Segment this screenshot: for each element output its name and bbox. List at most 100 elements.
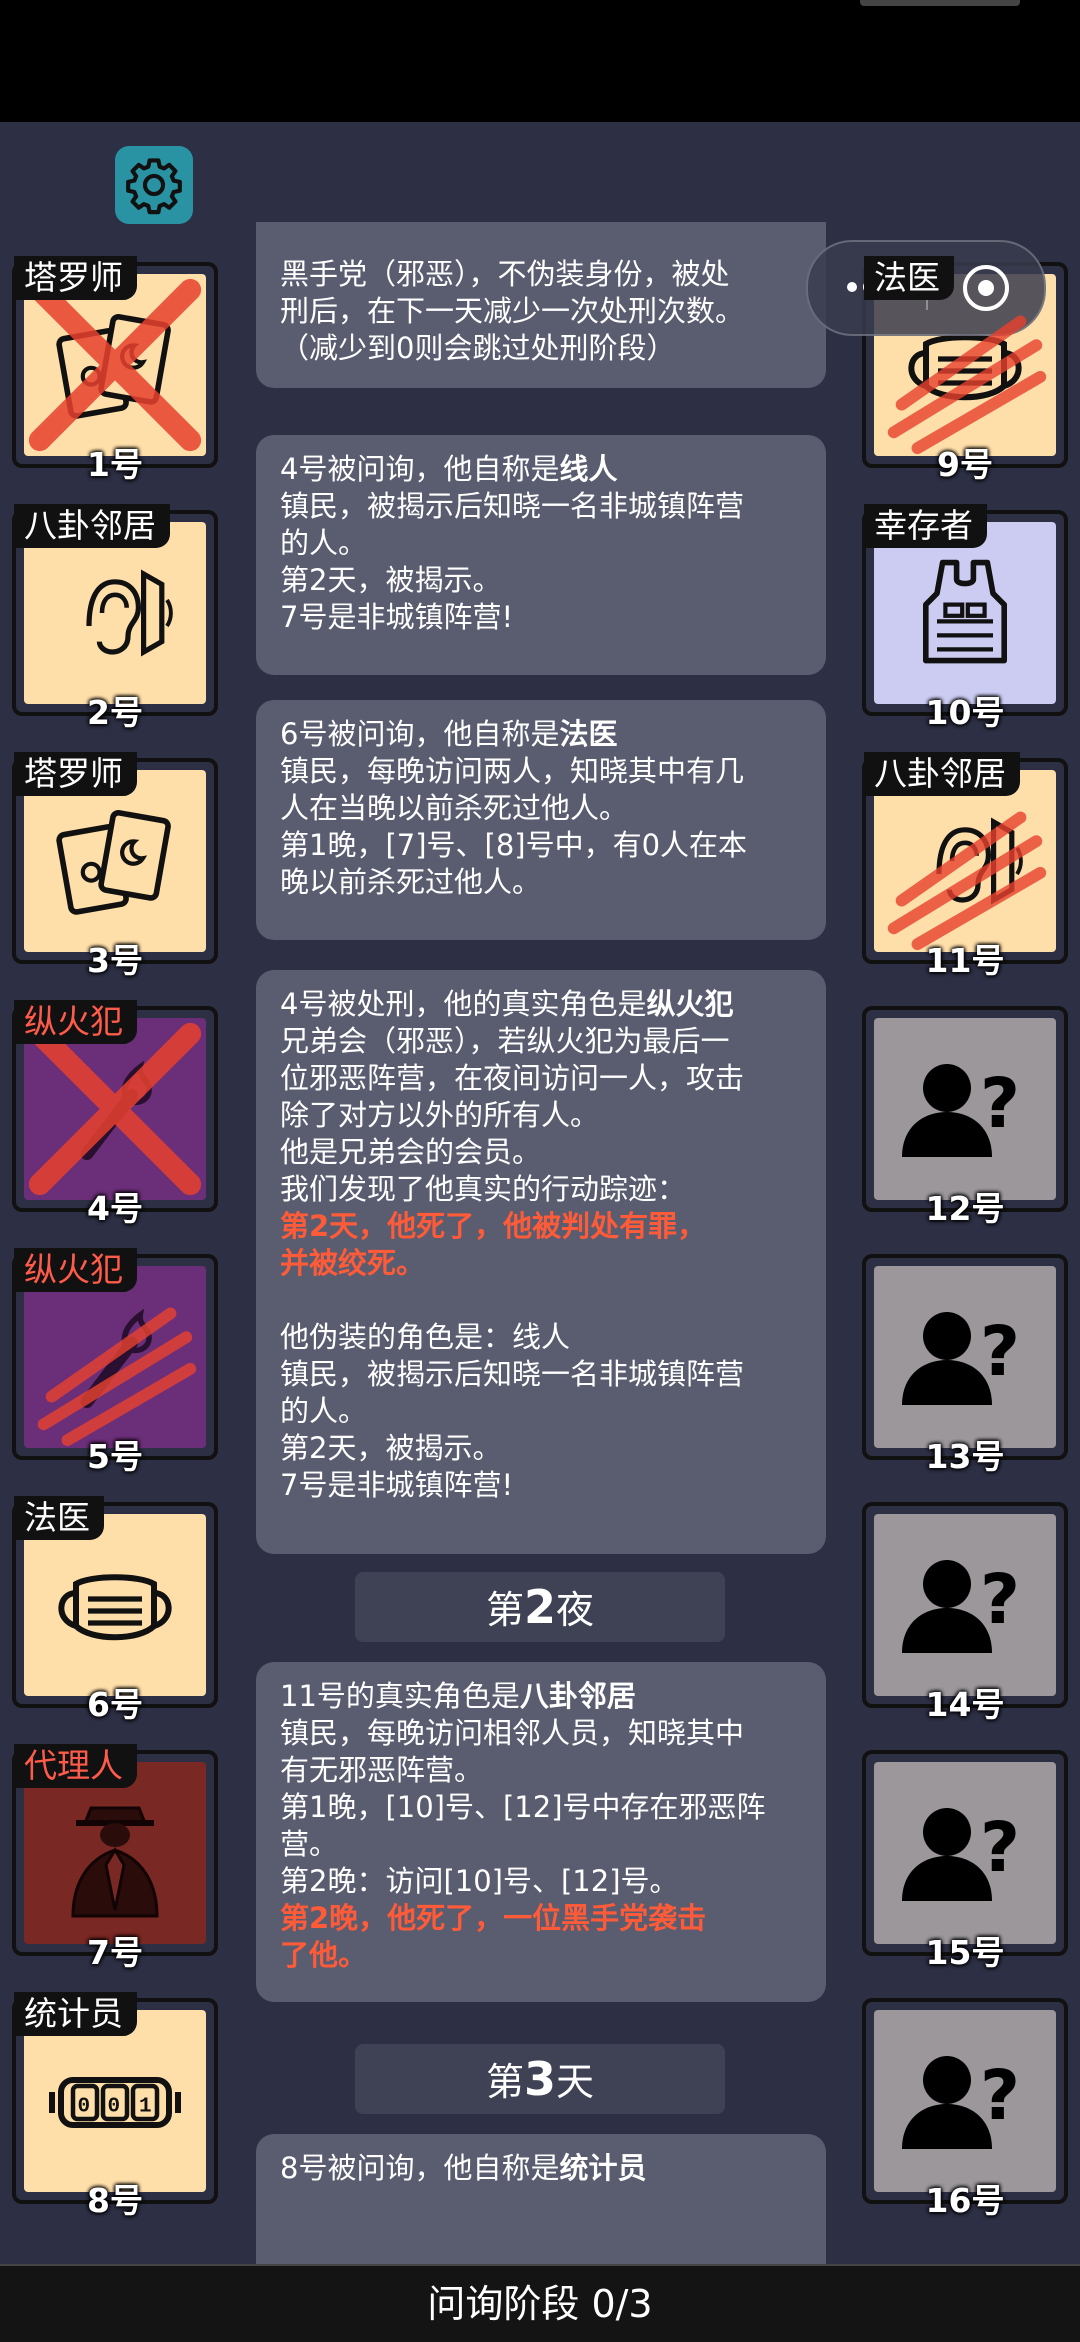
log-line: 位邪恶阵营，在夜间访问一人，攻击 bbox=[280, 1061, 745, 1095]
player-card-15[interactable]: ? 15号 bbox=[862, 1750, 1068, 1972]
ear-icon bbox=[86, 569, 173, 657]
player-number: 11号 bbox=[925, 941, 1005, 980]
svg-text:?: ? bbox=[980, 1064, 1020, 1144]
player-number: 8号 bbox=[87, 2181, 143, 2220]
log-line: 人在当晚以前杀死过他人。 bbox=[280, 791, 629, 825]
player-card-11[interactable]: 八卦邻居 11号 bbox=[862, 752, 1068, 980]
role-label: 八卦邻居 bbox=[864, 752, 1020, 796]
role-label: 纵火犯 bbox=[14, 1248, 137, 1292]
role-label: 纵火犯 bbox=[14, 1000, 137, 1044]
role-label: 塔罗师 bbox=[14, 752, 137, 796]
player-card-6[interactable]: 法医 6号 bbox=[12, 1496, 218, 1724]
card-art bbox=[24, 1514, 206, 1696]
player-card-9[interactable]: 法医 9号 bbox=[862, 256, 1068, 484]
player-card-3[interactable]: 塔罗师 3号 bbox=[12, 752, 218, 980]
player-number: 13号 bbox=[925, 1437, 1005, 1476]
svg-text:?: ? bbox=[980, 2056, 1020, 2136]
player-number: 5号 bbox=[87, 1437, 143, 1476]
log-line: 4号被处刑，他的真实角色是纵火犯 bbox=[280, 987, 734, 1021]
player-number: 16号 bbox=[925, 2181, 1005, 2220]
player-number: 3号 bbox=[87, 941, 143, 980]
log-line: 7号是非城镇阵营! bbox=[280, 1468, 514, 1502]
unknown-user-icon: ? bbox=[902, 1064, 1020, 1157]
log-message: 黑手党（邪恶），不伪装身份，被处 刑后，在下一天减少一次处刑次数。 （减少到0则… bbox=[256, 222, 826, 388]
log-line: 镇民，被揭示后知晓一名非城镇阵营 bbox=[280, 1357, 745, 1391]
unknown-user-icon: ? bbox=[902, 1312, 1020, 1405]
log-line: 晚以前杀死过他人。 bbox=[280, 865, 542, 899]
player-card-12[interactable]: ? 12号 bbox=[862, 1006, 1068, 1228]
log-line: 镇民，每晚访问相邻人员，知晓其中 bbox=[280, 1716, 745, 1750]
game-screen: 塔罗师 1号 八卦邻居 2号 塔罗师 3号 纵火犯 4号 纵火犯 5号 法医 6… bbox=[0, 122, 1080, 2340]
player-number: 2号 bbox=[87, 693, 143, 732]
role-label: 塔罗师 bbox=[14, 256, 137, 300]
game-log-feed[interactable]: 黑手党（邪恶），不伪装身份，被处 刑后，在下一天减少一次处刑次数。 （减少到0则… bbox=[256, 222, 826, 2306]
log-line: （减少到0则会跳过处刑阶段） bbox=[280, 331, 676, 365]
log-line: 他是兄弟会的会员。 bbox=[280, 1135, 542, 1169]
player-number: 10号 bbox=[925, 693, 1005, 732]
svg-text:?: ? bbox=[980, 1560, 1020, 1640]
bottom-phase-bar: 问询阶段 0/3 bbox=[0, 2264, 1080, 2342]
status-indicators bbox=[860, 0, 1020, 6]
log-line: 镇民，被揭示后知晓一名非城镇阵营 bbox=[280, 489, 745, 523]
log-alert-line: 并被绞死。 bbox=[280, 1246, 426, 1280]
log-line: 6号被问询，他自称是法医 bbox=[280, 717, 618, 751]
player-number: 4号 bbox=[87, 1189, 143, 1228]
unknown-user-icon: ? bbox=[902, 1560, 1020, 1653]
card-art: ? bbox=[874, 2010, 1056, 2192]
card-art: ? bbox=[874, 1266, 1056, 1448]
svg-text:1: 1 bbox=[139, 2096, 152, 2119]
svg-text:?: ? bbox=[980, 1808, 1020, 1888]
settings-button[interactable] bbox=[115, 146, 193, 224]
log-line: 的人。 bbox=[280, 1394, 368, 1428]
player-number: 6号 bbox=[87, 1685, 143, 1724]
player-card-14[interactable]: ? 14号 bbox=[862, 1502, 1068, 1724]
player-number: 7号 bbox=[87, 1933, 143, 1972]
player-number: 1号 bbox=[87, 445, 143, 484]
role-label: 法医 bbox=[14, 1496, 104, 1540]
player-card-10[interactable]: 幸存者 10号 bbox=[862, 504, 1068, 732]
card-art bbox=[874, 522, 1056, 704]
card-art: ? bbox=[874, 1514, 1056, 1696]
player-card-7[interactable]: 代理人 7号 bbox=[12, 1744, 218, 1972]
log-message: 4号被问询，他自称是线人 镇民，被揭示后知晓一名非城镇阵营 的人。 第2天，被揭… bbox=[256, 435, 826, 675]
player-number: 14号 bbox=[925, 1685, 1005, 1724]
log-line: 兄弟会（邪恶），若纵火犯为最后一 bbox=[280, 1024, 730, 1058]
log-spacer bbox=[280, 1282, 802, 1319]
unknown-user-icon: ? bbox=[902, 2056, 1020, 2149]
log-alert-line: 了他。 bbox=[280, 1938, 368, 1972]
log-line: 第2天，被揭示。 bbox=[280, 1431, 502, 1465]
log-line: 除了对方以外的所有人。 bbox=[280, 1098, 600, 1132]
role-label: 法医 bbox=[864, 256, 954, 300]
player-card-8[interactable]: 0 0 1 统计员 8号 bbox=[12, 1992, 218, 2220]
phase-divider-day-3: 第3天 bbox=[355, 2044, 725, 2114]
vest-icon bbox=[923, 559, 1007, 664]
log-line: 有无邪恶阵营。 bbox=[280, 1753, 484, 1787]
log-line: 第2天，被揭示。 bbox=[280, 563, 502, 597]
player-card-16[interactable]: ? 16号 bbox=[862, 1998, 1068, 2220]
log-line: 11号的真实角色是八卦邻居 bbox=[280, 1679, 636, 1713]
player-card-5[interactable]: 纵火犯 5号 bbox=[12, 1248, 218, 1476]
player-card-2[interactable]: 八卦邻居 2号 bbox=[12, 504, 218, 732]
player-card-13[interactable]: ? 13号 bbox=[862, 1254, 1068, 1476]
tarot-cards-icon bbox=[56, 810, 171, 915]
player-card-1[interactable]: 塔罗师 1号 bbox=[12, 256, 218, 484]
log-message: 4号被处刑，他的真实角色是纵火犯 兄弟会（邪恶），若纵火犯为最后一 位邪恶阵营，… bbox=[256, 970, 826, 1554]
face-mask-icon bbox=[58, 1574, 172, 1641]
role-label: 统计员 bbox=[14, 1992, 137, 2036]
card-art: 0 0 1 bbox=[24, 2010, 206, 2192]
log-line: 第1晚，[7]号、[8]号中，有0人在本 bbox=[280, 828, 748, 862]
card-art bbox=[24, 522, 206, 704]
log-message: 6号被问询，他自称是法医 镇民，每晚访问两人，知晓其中有几 人在当晚以前杀死过他… bbox=[256, 700, 826, 940]
log-line: 的人。 bbox=[280, 526, 368, 560]
log-line: 营。 bbox=[280, 1827, 339, 1861]
role-label: 代理人 bbox=[14, 1744, 137, 1788]
card-art bbox=[24, 1762, 206, 1944]
agent-suit-icon bbox=[71, 1806, 159, 1918]
player-number: 12号 bbox=[925, 1189, 1005, 1228]
status-bar bbox=[0, 0, 1080, 122]
card-art bbox=[24, 770, 206, 952]
log-line: 镇民，每晚访问两人，知晓其中有几 bbox=[280, 754, 745, 788]
phase-status: 问询阶段 0/3 bbox=[427, 2282, 653, 2326]
log-line: 8号被问询，他自称是统计员 bbox=[280, 2151, 647, 2185]
player-card-4[interactable]: 纵火犯 4号 bbox=[12, 1000, 218, 1228]
